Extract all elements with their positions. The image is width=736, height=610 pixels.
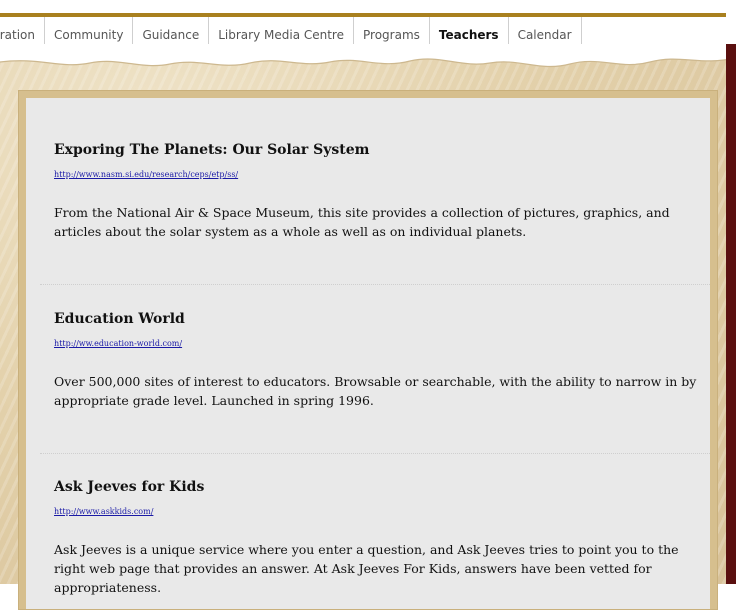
resource-entry: Ask Jeeves for Kids http://www.askkids.c… [54,479,699,597]
entry-description: From the National Air & Space Museum, th… [54,205,670,239]
entry-title: Exporing The Planets: Our Solar System [54,142,370,158]
entry-title: Education World [54,311,185,327]
torn-paper-edge [0,44,736,68]
entry-link[interactable]: http://www.askkids.com/ [54,507,699,516]
entry-divider [40,453,710,454]
entry-link[interactable]: http://ww.education-world.com/ [54,339,699,348]
entry-divider [40,284,710,285]
content-card: Exporing The Planets: Our Solar System h… [18,90,718,610]
entry-description: Ask Jeeves is a unique service where you… [54,542,679,595]
content-panel: Exporing The Planets: Our Solar System h… [26,98,710,609]
entry-title: Ask Jeeves for Kids [54,479,205,495]
resource-entry: Education World http://ww.education-worl… [54,311,699,410]
entry-link[interactable]: http://www.nasm.si.edu/research/ceps/etp… [54,170,699,179]
right-border-strip [726,44,736,584]
entry-description: Over 500,000 sites of interest to educat… [54,374,697,408]
resource-entry: Exporing The Planets: Our Solar System h… [54,142,699,241]
